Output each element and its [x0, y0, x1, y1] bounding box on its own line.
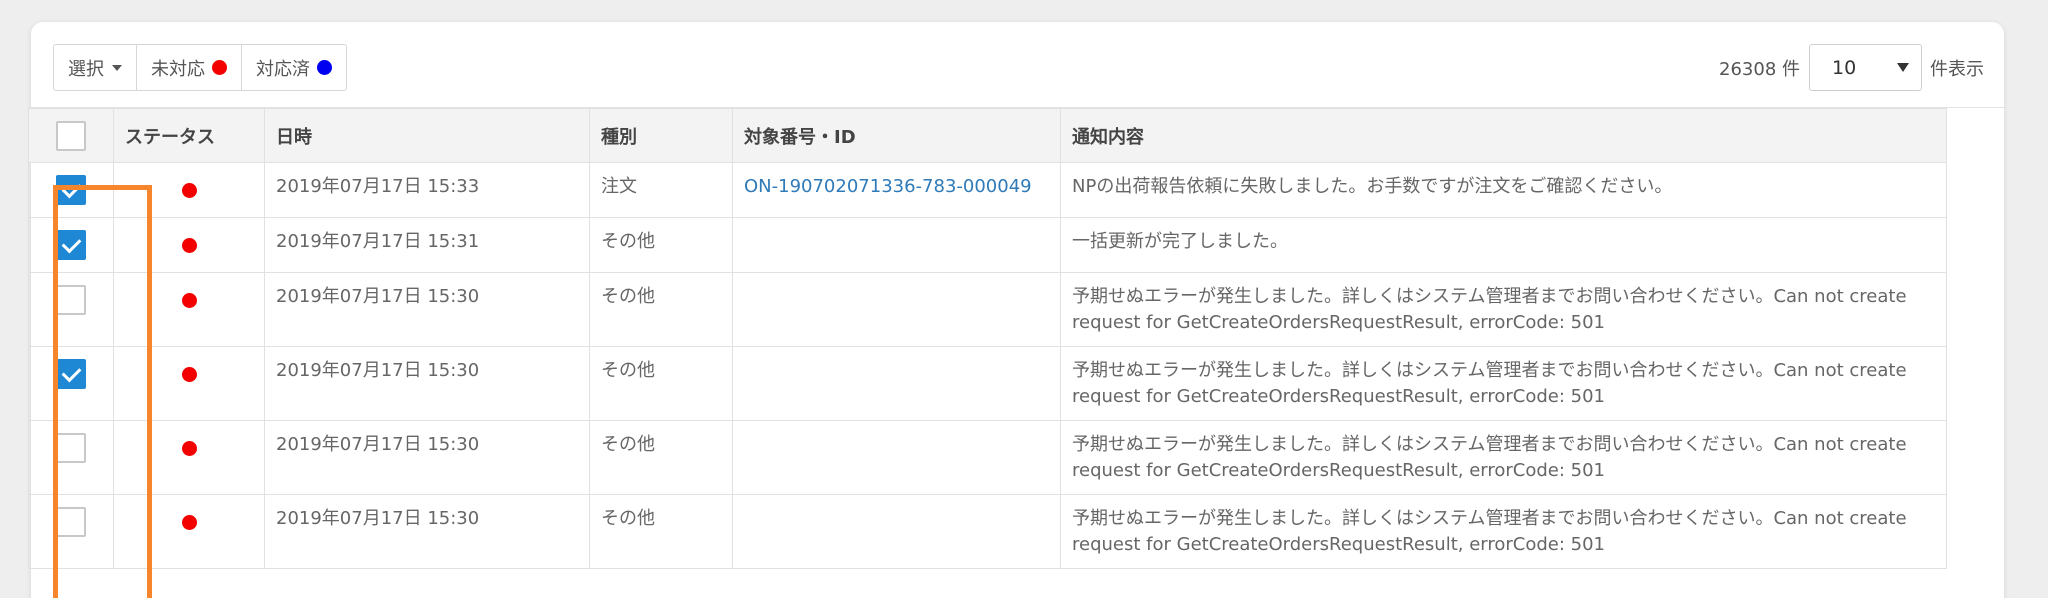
status-cell [113, 272, 265, 347]
status-cell [113, 162, 265, 218]
per-page-suffix: 件表示 [1930, 58, 1984, 80]
handled-label: 対応済 [256, 58, 310, 80]
status-dot-icon [181, 238, 197, 253]
target-id-cell [732, 494, 1061, 569]
target-id-cell [732, 346, 1061, 421]
select-dropdown-button[interactable]: 選択 [53, 44, 137, 91]
table-header-row: ステータス 日時 種別 対象番号・ID 通知内容 [28, 108, 1947, 163]
header-status: ステータス [113, 108, 265, 163]
filter-button-group: 選択 未対応 対応済 [53, 44, 347, 91]
status-dot-icon [181, 441, 197, 456]
datetime-cell: 2019年07月17日 15:30 [264, 346, 590, 421]
type-cell: その他 [589, 272, 733, 347]
status-cell [113, 217, 265, 273]
triangle-down-icon [1897, 63, 1909, 72]
message-cell: 予期せぬエラーが発生しました。詳しくはシステム管理者までお問い合わせください。C… [1060, 346, 1947, 421]
type-cell: その他 [589, 217, 733, 273]
datetime-cell: 2019年07月17日 15:33 [264, 162, 590, 218]
message-cell: 予期せぬエラーが発生しました。詳しくはシステム管理者までお問い合わせください。C… [1060, 494, 1947, 569]
target-id-cell [732, 272, 1061, 347]
row-checkbox-cell [28, 420, 114, 495]
datetime-cell: 2019年07月17日 15:30 [264, 272, 590, 347]
unhandled-label: 未対応 [151, 58, 205, 80]
message-cell: 予期せぬエラーが発生しました。詳しくはシステム管理者までお問い合わせください。C… [1060, 420, 1947, 495]
datetime-cell: 2019年07月17日 15:30 [264, 494, 590, 569]
type-cell: その他 [589, 494, 733, 569]
row-checkbox[interactable] [56, 507, 86, 537]
row-checkbox-cell [28, 494, 114, 569]
table-row[interactable]: 2019年07月17日 15:33 注文 ON-190702071336-783… [28, 162, 1947, 218]
row-checkbox[interactable] [56, 359, 86, 389]
row-checkbox-cell [28, 346, 114, 421]
target-id-link[interactable]: ON-190702071336-783-000049 [744, 176, 1032, 197]
target-id-cell: ON-190702071336-783-000049 [732, 162, 1061, 218]
status-dot-icon [181, 293, 197, 308]
per-page-select[interactable]: 10 [1809, 44, 1922, 91]
row-checkbox-cell [28, 162, 114, 218]
select-all-cell [28, 108, 114, 163]
status-cell [113, 494, 265, 569]
type-cell: その他 [589, 420, 733, 495]
target-id-cell [732, 217, 1061, 273]
message-cell: 予期せぬエラーが発生しました。詳しくはシステム管理者までお問い合わせください。C… [1060, 272, 1947, 347]
header-type: 種別 [589, 108, 733, 163]
mark-unhandled-button[interactable]: 未対応 [136, 44, 242, 91]
row-checkbox[interactable] [56, 230, 86, 260]
select-label: 選択 [68, 58, 104, 80]
status-dot-icon [181, 367, 197, 382]
status-dot-icon [181, 515, 197, 530]
per-page-value: 10 [1832, 56, 1857, 79]
header-target-id: 対象番号・ID [732, 108, 1061, 163]
type-cell: 注文 [589, 162, 733, 218]
caret-down-icon [112, 64, 122, 71]
message-cell: 一括更新が完了しました。 [1060, 217, 1947, 273]
datetime-cell: 2019年07月17日 15:31 [264, 217, 590, 273]
notification-table: ステータス 日時 種別 対象番号・ID 通知内容 2019年07月17日 15:… [28, 108, 1947, 569]
row-checkbox-cell [28, 272, 114, 347]
pagination-controls: 26308 件 10 件表示 [1719, 44, 1984, 91]
message-cell: NPの出荷報告依頼に失敗しました。お手数ですが注文をご確認ください。 [1060, 162, 1947, 218]
table-row[interactable]: 2019年07月17日 15:30 その他 予期せぬエラーが発生しました。詳しく… [28, 272, 1947, 347]
row-checkbox-cell [28, 217, 114, 273]
total-count: 26308 件 [1719, 58, 1800, 80]
table-row[interactable]: 2019年07月17日 15:30 その他 予期せぬエラーが発生しました。詳しく… [28, 494, 1947, 569]
table-row[interactable]: 2019年07月17日 15:31 その他 一括更新が完了しました。 [28, 217, 1947, 273]
blue-dot-icon [317, 60, 332, 75]
status-dot-icon [181, 183, 197, 198]
row-checkbox[interactable] [56, 285, 86, 315]
header-datetime: 日時 [264, 108, 590, 163]
status-cell [113, 346, 265, 421]
table-row[interactable]: 2019年07月17日 15:30 その他 予期せぬエラーが発生しました。詳しく… [28, 346, 1947, 421]
select-all-checkbox[interactable] [56, 120, 86, 151]
toolbar: 選択 未対応 対応済 26308 件 10 件表示 [31, 22, 2004, 108]
red-dot-icon [212, 60, 227, 75]
header-message: 通知内容 [1060, 108, 1947, 163]
table-row[interactable]: 2019年07月17日 15:30 その他 予期せぬエラーが発生しました。詳しく… [28, 420, 1947, 495]
type-cell: その他 [589, 346, 733, 421]
row-checkbox[interactable] [56, 175, 86, 205]
status-cell [113, 420, 265, 495]
target-id-cell [732, 420, 1061, 495]
mark-handled-button[interactable]: 対応済 [241, 44, 347, 91]
datetime-cell: 2019年07月17日 15:30 [264, 420, 590, 495]
row-checkbox[interactable] [56, 433, 86, 463]
